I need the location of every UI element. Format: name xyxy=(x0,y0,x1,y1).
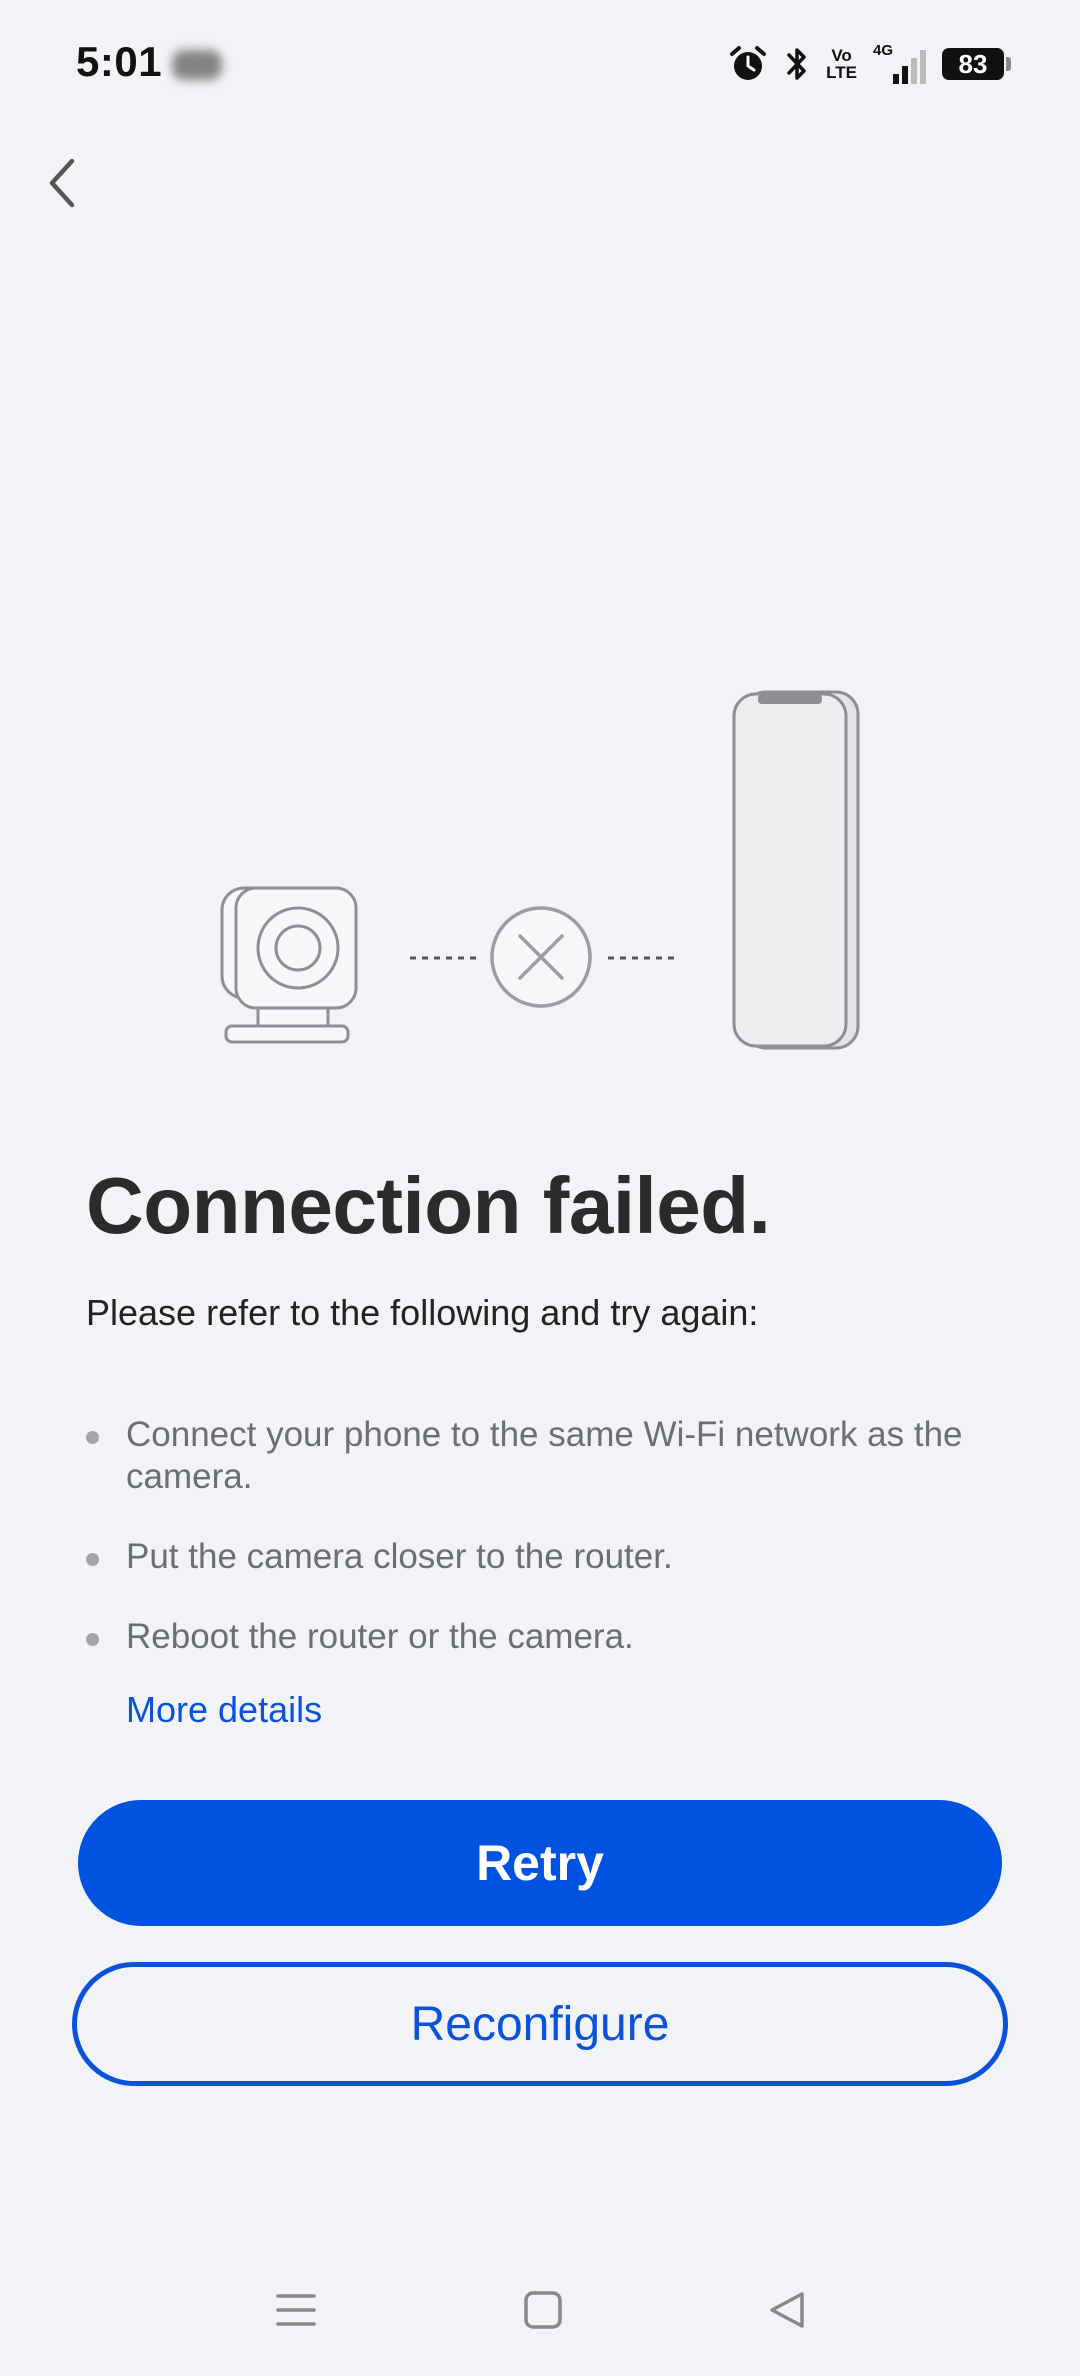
status-time: 5:01 xyxy=(76,38,163,85)
tip-item: Reboot the router or the camera. xyxy=(86,1616,1026,1658)
data-type-label: 4G xyxy=(873,42,894,59)
more-details-link[interactable]: More details xyxy=(126,1689,322,1731)
home-icon xyxy=(524,2291,562,2329)
chevron-left-icon xyxy=(49,158,75,208)
tip-item: Put the camera closer to the router. xyxy=(86,1536,1026,1578)
nav-menu-button[interactable] xyxy=(246,2260,346,2360)
volte-bottom-label: LTE xyxy=(826,63,857,82)
nav-back-button[interactable] xyxy=(736,2260,836,2360)
camera-icon xyxy=(220,886,358,1044)
connection-illustration xyxy=(0,680,1080,1060)
tips-list: Connect your phone to the same Wi-Fi net… xyxy=(86,1414,1026,1696)
back-triangle-icon xyxy=(770,2292,804,2328)
back-button[interactable] xyxy=(30,148,94,218)
x-circle-icon xyxy=(490,906,592,1008)
volte-indicator: Vo LTE xyxy=(826,47,857,81)
notification-icon xyxy=(172,50,222,80)
page-title: Connection failed. xyxy=(86,1161,771,1250)
battery-indicator: 83 xyxy=(942,48,1011,80)
phone-icon xyxy=(732,690,860,1050)
system-nav-bar xyxy=(0,2260,1080,2360)
retry-button[interactable]: Retry xyxy=(78,1800,1002,1926)
tip-item: Connect your phone to the same Wi-Fi net… xyxy=(86,1414,1026,1498)
status-bar: 5:01 Vo LTE 4G 83 xyxy=(0,0,1080,130)
menu-icon xyxy=(276,2294,316,2326)
status-icons: Vo LTE 4G 83 xyxy=(728,42,1011,86)
alarm-icon xyxy=(728,44,768,84)
reconfigure-button[interactable]: Reconfigure xyxy=(72,1962,1008,2086)
bluetooth-icon xyxy=(784,44,810,84)
signal-icon: 4G xyxy=(873,42,926,84)
page-subtitle: Please refer to the following and try ag… xyxy=(86,1292,759,1333)
nav-home-button[interactable] xyxy=(493,2260,593,2360)
